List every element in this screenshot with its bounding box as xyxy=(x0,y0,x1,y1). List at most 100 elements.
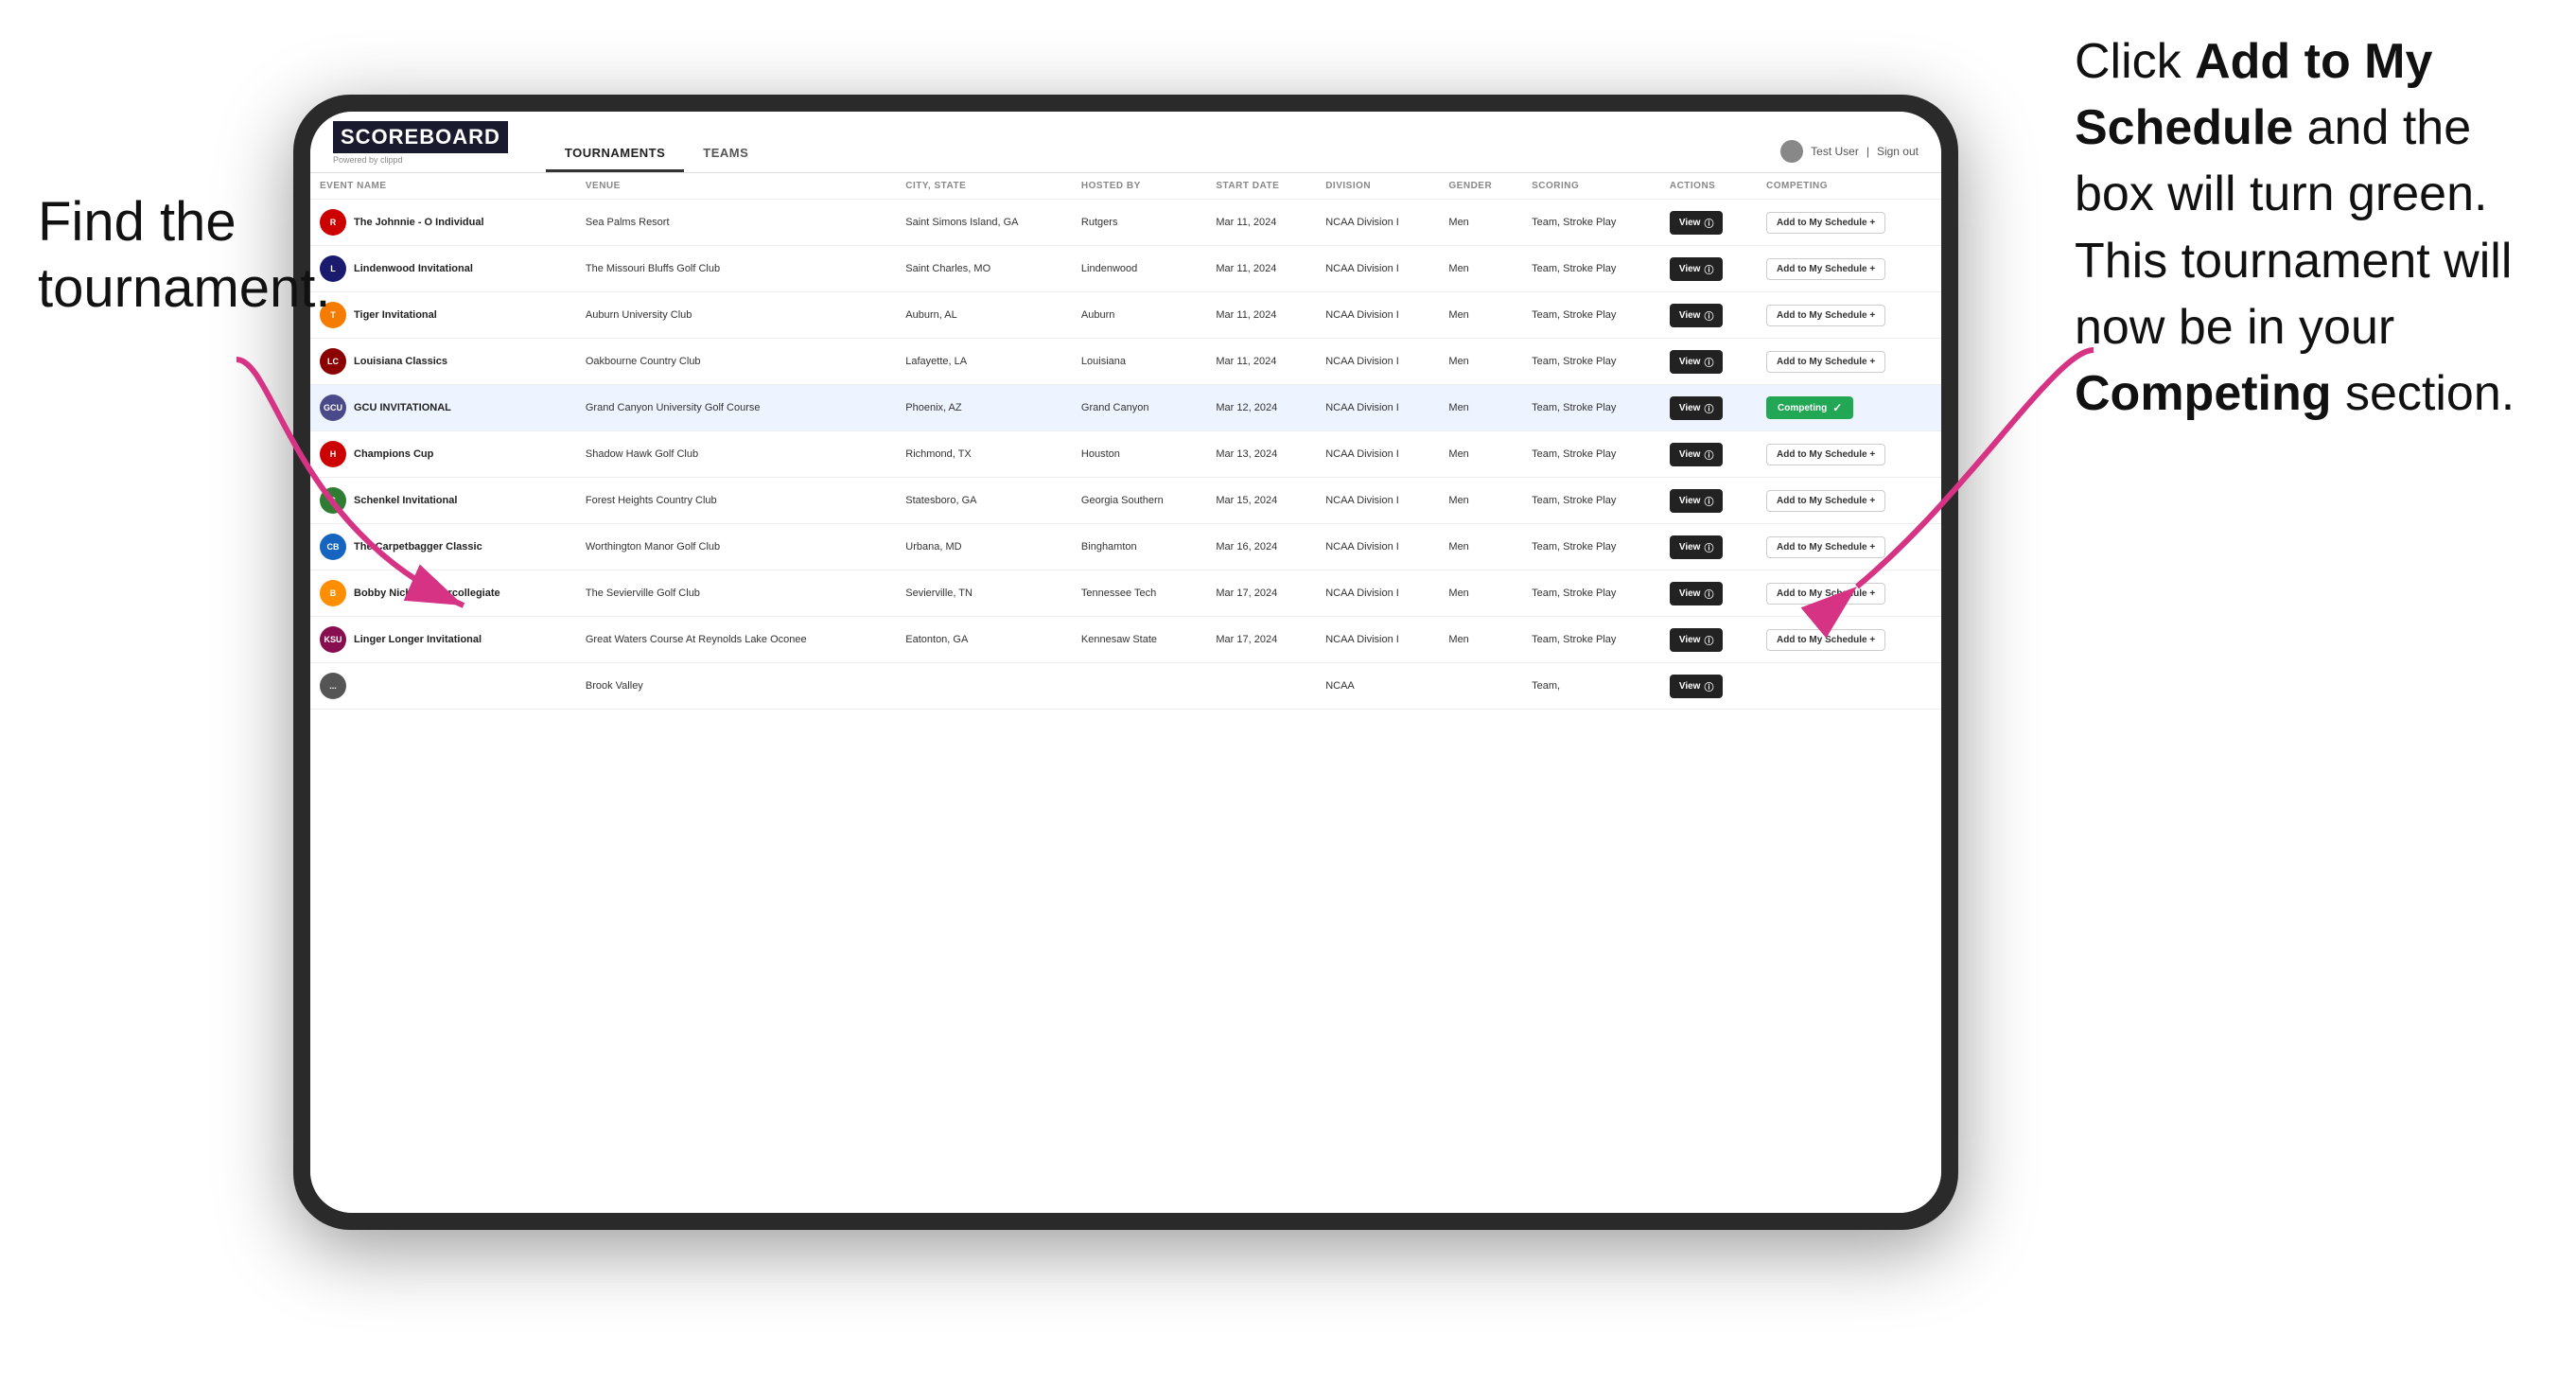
venue-cell: Grand Canyon University Golf Course xyxy=(576,385,896,431)
city-state-cell: Saint Charles, MO xyxy=(896,246,1072,292)
start-date-cell: Mar 11, 2024 xyxy=(1206,200,1316,246)
tab-tournaments[interactable]: TOURNAMENTS xyxy=(546,136,684,172)
view-button[interactable]: View ⓘ xyxy=(1670,489,1724,513)
col-competing: COMPETING xyxy=(1757,173,1941,200)
actions-cell: View ⓘ xyxy=(1660,524,1757,570)
view-button[interactable]: View ⓘ xyxy=(1670,443,1724,466)
division-cell: NCAA Division I xyxy=(1316,570,1439,617)
event-name-text: The Johnnie - O Individual xyxy=(354,217,484,228)
scoring-cell: Team, Stroke Play xyxy=(1522,570,1660,617)
view-button[interactable]: View ⓘ xyxy=(1670,628,1724,652)
start-date-cell: Mar 11, 2024 xyxy=(1206,292,1316,339)
venue-cell: Sea Palms Resort xyxy=(576,200,896,246)
header-right: Test User | Sign out xyxy=(1780,140,1919,172)
gender-cell: Men xyxy=(1439,339,1522,385)
view-button[interactable]: View ⓘ xyxy=(1670,582,1724,605)
view-button[interactable]: View ⓘ xyxy=(1670,535,1724,559)
annotation-left: Find thetournament. xyxy=(38,189,331,321)
app-header: SCOREBOARD Powered by clippd TOURNAMENTS… xyxy=(310,112,1941,173)
view-button[interactable]: View ⓘ xyxy=(1670,675,1724,698)
start-date-cell: Mar 15, 2024 xyxy=(1206,478,1316,524)
view-button[interactable]: View ⓘ xyxy=(1670,304,1724,327)
hosted-by-cell: Tennessee Tech xyxy=(1072,570,1206,617)
actions-cell: View ⓘ xyxy=(1660,431,1757,478)
col-division: DIVISION xyxy=(1316,173,1439,200)
actions-cell: View ⓘ xyxy=(1660,617,1757,663)
division-cell: NCAA Division I xyxy=(1316,524,1439,570)
table-row: LLindenwood InvitationalThe Missouri Blu… xyxy=(310,246,1941,292)
table-row: TTiger InvitationalAuburn University Clu… xyxy=(310,292,1941,339)
col-event-name: EVENT NAME xyxy=(310,173,576,200)
city-state-cell: Urbana, MD xyxy=(896,524,1072,570)
city-state-cell: Phoenix, AZ xyxy=(896,385,1072,431)
col-hosted-by: HOSTED BY xyxy=(1072,173,1206,200)
venue-cell: Oakbourne Country Club xyxy=(576,339,896,385)
start-date-cell: Mar 12, 2024 xyxy=(1206,385,1316,431)
division-cell: NCAA xyxy=(1316,663,1439,710)
event-name-cell: RThe Johnnie - O Individual xyxy=(310,200,576,246)
arrow-left xyxy=(218,341,596,719)
venue-cell: Brook Valley xyxy=(576,663,896,710)
city-state-cell: Statesboro, GA xyxy=(896,478,1072,524)
venue-cell: The Missouri Bluffs Golf Club xyxy=(576,246,896,292)
gender-cell: Men xyxy=(1439,431,1522,478)
annotation-right: Click Add to My Schedule and the box wil… xyxy=(2075,28,2548,427)
user-name: Test User xyxy=(1811,145,1859,158)
gender-cell: Men xyxy=(1439,478,1522,524)
start-date-cell: Mar 16, 2024 xyxy=(1206,524,1316,570)
city-state-cell: Saint Simons Island, GA xyxy=(896,200,1072,246)
start-date-cell: Mar 11, 2024 xyxy=(1206,246,1316,292)
view-button[interactable]: View ⓘ xyxy=(1670,257,1724,281)
city-state-cell: Eatonton, GA xyxy=(896,617,1072,663)
division-cell: NCAA Division I xyxy=(1316,339,1439,385)
actions-cell: View ⓘ xyxy=(1660,339,1757,385)
scoring-cell: Team, Stroke Play xyxy=(1522,385,1660,431)
col-city-state: CITY, STATE xyxy=(896,173,1072,200)
start-date-cell: Mar 11, 2024 xyxy=(1206,339,1316,385)
actions-cell: View ⓘ xyxy=(1660,570,1757,617)
city-state-cell: Auburn, AL xyxy=(896,292,1072,339)
col-start-date: START DATE xyxy=(1206,173,1316,200)
hosted-by-cell: Kennesaw State xyxy=(1072,617,1206,663)
hosted-by-cell xyxy=(1072,663,1206,710)
col-actions: ACTIONS xyxy=(1660,173,1757,200)
table-header-row: EVENT NAME VENUE CITY, STATE HOSTED BY S… xyxy=(310,173,1941,200)
arrow-right xyxy=(1781,322,2112,653)
division-cell: NCAA Division I xyxy=(1316,478,1439,524)
venue-cell: Forest Heights Country Club xyxy=(576,478,896,524)
signout-link[interactable]: Sign out xyxy=(1877,145,1919,158)
table-row: RThe Johnnie - O IndividualSea Palms Res… xyxy=(310,200,1941,246)
city-state-cell: Lafayette, LA xyxy=(896,339,1072,385)
division-cell: NCAA Division I xyxy=(1316,385,1439,431)
hosted-by-cell: Georgia Southern xyxy=(1072,478,1206,524)
gender-cell: Men xyxy=(1439,246,1522,292)
view-button[interactable]: View ⓘ xyxy=(1670,211,1724,235)
event-name-text: Lindenwood Invitational xyxy=(354,263,473,274)
actions-cell: View ⓘ xyxy=(1660,246,1757,292)
col-scoring: SCORING xyxy=(1522,173,1660,200)
venue-cell: Shadow Hawk Golf Club xyxy=(576,431,896,478)
venue-cell: Auburn University Club xyxy=(576,292,896,339)
view-button[interactable]: View ⓘ xyxy=(1670,396,1724,420)
division-cell: NCAA Division I xyxy=(1316,617,1439,663)
scoring-cell: Team, Stroke Play xyxy=(1522,339,1660,385)
division-cell: NCAA Division I xyxy=(1316,246,1439,292)
venue-cell: The Sevierville Golf Club xyxy=(576,570,896,617)
scoring-cell: Team, xyxy=(1522,663,1660,710)
add-to-schedule-button[interactable]: Add to My Schedule + xyxy=(1766,212,1885,234)
actions-cell: View ⓘ xyxy=(1660,292,1757,339)
add-to-schedule-button[interactable]: Add to My Schedule + xyxy=(1766,258,1885,280)
event-name-cell: TTiger Invitational xyxy=(310,292,576,339)
gender-cell: Men xyxy=(1439,570,1522,617)
tab-teams[interactable]: TEAMS xyxy=(684,136,767,172)
logo-scoreboard: SCOREBOARD xyxy=(333,121,508,153)
actions-cell: View ⓘ xyxy=(1660,663,1757,710)
actions-cell: View ⓘ xyxy=(1660,478,1757,524)
gender-cell: Men xyxy=(1439,617,1522,663)
city-state-cell: Richmond, TX xyxy=(896,431,1072,478)
gender-cell: Men xyxy=(1439,292,1522,339)
city-state-cell: Sevierville, TN xyxy=(896,570,1072,617)
view-button[interactable]: View ⓘ xyxy=(1670,350,1724,374)
scoring-cell: Team, Stroke Play xyxy=(1522,524,1660,570)
col-gender: GENDER xyxy=(1439,173,1522,200)
